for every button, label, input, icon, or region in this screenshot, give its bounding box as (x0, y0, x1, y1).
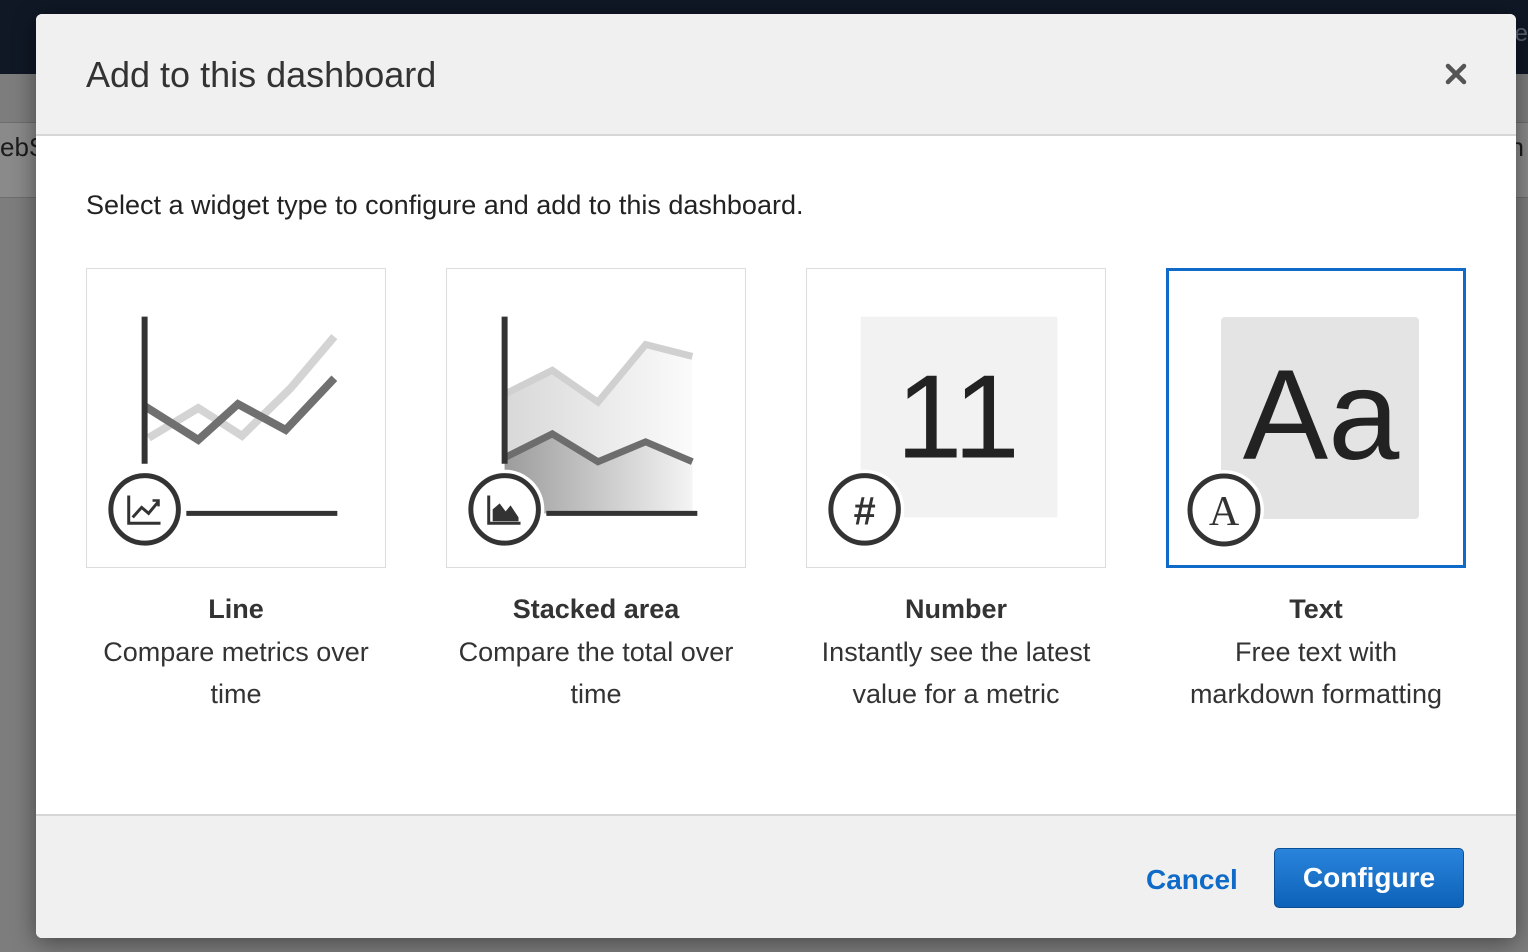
hash-icon: # (854, 489, 876, 533)
widget-option-text[interactable]: Aa A Text Free text with markdown format… (1166, 268, 1466, 715)
widget-label: Stacked area (512, 594, 680, 624)
close-icon (1445, 63, 1467, 85)
widget-label: Number (904, 594, 1007, 624)
widget-preview-stacked-area (446, 268, 746, 568)
dialog-header: Add to this dashboard (36, 14, 1516, 136)
line-chart-illustration (106, 316, 338, 548)
text-illustration: Aa A (1184, 317, 1419, 550)
dialog-title: Add to this dashboard (86, 54, 437, 95)
widget-label: Text (1289, 594, 1343, 624)
widget-preview-text: Aa A (1166, 268, 1466, 568)
svg-text:A: A (1209, 489, 1240, 535)
text-preview-sample: Aa (1243, 344, 1400, 487)
widget-option-number[interactable]: 11 # Number Instantly see the latest val… (806, 268, 1106, 715)
widget-description: Compare the total over time (458, 637, 734, 709)
number-preview-value: 11 (896, 351, 1020, 484)
add-widget-dialog: Add to this dashboard Select a widget ty… (36, 14, 1516, 938)
widget-description: Compare metrics over time (103, 637, 369, 709)
widget-description: Free text with markdown formatting (1189, 637, 1443, 709)
dialog-footer: Cancel Configure (36, 814, 1516, 938)
stacked-area-illustration (464, 316, 698, 550)
number-illustration: 11 # (824, 316, 1058, 550)
dialog-intro-text: Select a widget type to configure and ad… (86, 190, 804, 220)
configure-button[interactable]: Configure (1274, 848, 1464, 908)
svg-text:#: # (854, 489, 876, 533)
cancel-button[interactable]: Cancel (1146, 864, 1238, 896)
widget-option-stacked-area[interactable]: Stacked area Compare the total over time (446, 268, 746, 715)
widget-label: Line (208, 594, 264, 624)
widget-preview-line (86, 268, 386, 568)
widget-option-line[interactable]: Line Compare metrics over time (86, 268, 386, 715)
close-button[interactable] (1440, 58, 1472, 90)
widget-description: Instantly see the latest value for a met… (821, 637, 1091, 709)
text-icon: A (1209, 489, 1240, 535)
widget-preview-number: 11 # (806, 268, 1106, 568)
